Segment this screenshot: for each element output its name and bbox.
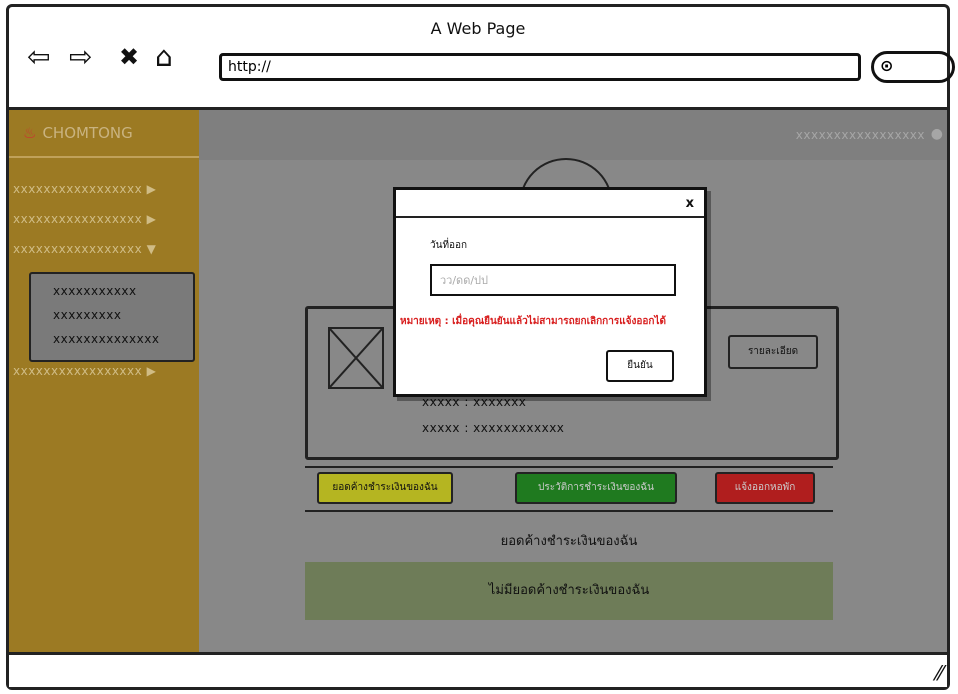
window-title: A Web Page — [430, 19, 526, 38]
card-info-line-1: xxxxx : xxxxxxx — [422, 395, 527, 409]
user-name[interactable]: xxxxxxxxxxxxxxxxx — [796, 128, 925, 142]
browser-window: A Web Page ⇦ ⇨ ✖ ⌂ http:// ⊙ ♨ CHOMTONG x… — [6, 4, 955, 690]
submenu-item-3[interactable]: xxxxxxxxxxxxxx — [53, 332, 159, 346]
submenu-item-1[interactable]: xxxxxxxxxxx — [53, 284, 137, 298]
move-out-date-input[interactable] — [430, 264, 676, 296]
sidebar-item-2[interactable]: xxxxxxxxxxxxxxxxx ▶ — [13, 212, 156, 226]
sidebar-item-label: xxxxxxxxxxxxxxxxx — [13, 364, 143, 378]
detail-button[interactable]: รายละเอียด — [728, 335, 818, 369]
divider — [9, 156, 199, 158]
warning-note: หมายเหตุ : เมื่อคุณยืนยันแล้วไม่สามารถยก… — [400, 316, 666, 327]
sidebar-item-1[interactable]: xxxxxxxxxxxxxxxxx ▶ — [13, 182, 156, 196]
sidebar-item-label: xxxxxxxxxxxxxxxxx — [13, 182, 143, 196]
app-area: ♨ CHOMTONG xxxxxxxxxxxxxxxxx ▶ xxxxxxxxxx… — [9, 110, 947, 658]
image-placeholder-icon — [329, 328, 383, 388]
status-bar: ⁄⁄ — [9, 652, 947, 687]
submenu-item-2[interactable]: xxxxxxxxx — [53, 308, 121, 322]
close-x-icon[interactable]: ✖ — [119, 41, 139, 73]
home-icon[interactable]: ⌂ — [155, 41, 173, 73]
sidebar: ♨ CHOMTONG xxxxxxxxxxxxxxxxx ▶ xxxxxxxxxx… — [9, 110, 199, 658]
main-header: xxxxxxxxxxxxxxxxx ● — [199, 110, 947, 160]
browser-titlebar: A Web Page ⇦ ⇨ ✖ ⌂ http:// ⊙ — [9, 7, 955, 110]
back-arrow-icon[interactable]: ⇦ — [27, 41, 50, 73]
chevron-right-icon: ▶ — [146, 182, 157, 196]
search-icon: ⊙ — [880, 56, 894, 75]
move-out-notice-button[interactable]: แจ้งออกหอพัก — [715, 472, 815, 504]
chevron-right-icon: ▶ — [146, 212, 157, 226]
forward-arrow-icon[interactable]: ⇨ — [69, 41, 92, 73]
payment-history-button[interactable]: ประวัติการชำระเงินของฉัน — [515, 472, 677, 504]
move-out-dialog: x วันที่ออก หมายเหตุ : เมื่อคุณยืนยันแล้… — [393, 187, 707, 397]
chevron-down-icon: ▼ — [146, 242, 157, 256]
chevron-right-icon: ▶ — [146, 364, 157, 378]
resize-handle-icon[interactable]: ⁄⁄ — [936, 661, 943, 685]
sidebar-item-4[interactable]: xxxxxxxxxxxxxxxxx ▶ — [13, 364, 156, 378]
divider — [305, 510, 833, 512]
card-info-line-2: xxxxx : xxxxxxxxxxxx — [422, 421, 565, 435]
search-field[interactable]: ⊙ — [871, 51, 955, 83]
divider — [396, 216, 704, 218]
date-label: วันที่ออก — [430, 240, 468, 251]
sidebar-submenu: xxxxxxxxxxx xxxxxxxxx xxxxxxxxxxxxxx — [29, 272, 195, 362]
empty-balance-message: ไม่มียอดค้างชำระเงินของฉัน — [305, 562, 833, 620]
sidebar-item-3[interactable]: xxxxxxxxxxxxxxxxx ▼ — [13, 242, 156, 256]
sidebar-item-label: xxxxxxxxxxxxxxxxx — [13, 212, 143, 226]
brand-name: CHOMTONG — [42, 124, 133, 142]
url-field[interactable]: http:// — [219, 53, 861, 81]
sidebar-item-label: xxxxxxxxxxxxxxxxx — [13, 242, 143, 256]
image-placeholder — [328, 327, 384, 389]
outstanding-balance-button[interactable]: ยอดค้างชำระเงินของฉัน — [317, 472, 453, 504]
brand: ♨ CHOMTONG — [23, 124, 133, 142]
close-icon[interactable]: x — [686, 196, 694, 211]
confirm-button[interactable]: ยืนยัน — [606, 350, 674, 382]
logo-icon: ♨ — [23, 124, 37, 142]
divider — [305, 466, 833, 468]
user-icon[interactable]: ● — [931, 126, 943, 142]
section-title: ยอดค้างชำระเงินของฉัน — [500, 534, 638, 549]
